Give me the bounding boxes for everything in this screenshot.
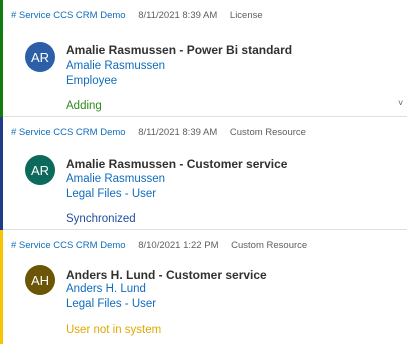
status-text: Synchronized <box>66 213 136 225</box>
person-name[interactable]: Anders H. Lund <box>66 283 146 295</box>
person-detail[interactable]: Employee <box>66 75 117 87</box>
card-type: Custom Resource <box>231 240 308 251</box>
status-text: Adding <box>66 100 102 112</box>
avatar-initials: AR <box>30 162 50 178</box>
resource-card[interactable]: # Service CCS CRM Demo 8/11/2021 8:39 AM… <box>0 117 407 230</box>
avatar-initials: AH <box>30 272 50 288</box>
card-date: 8/10/2021 1:22 PM <box>138 240 219 251</box>
person-name[interactable]: Amalie Rasmussen <box>66 173 165 185</box>
card-type: License <box>229 10 263 21</box>
person-detail[interactable]: Legal Files - User <box>66 188 156 200</box>
avatar: AR <box>25 155 55 185</box>
card-meta: # Service CCS CRM Demo 8/11/2021 8:39 AM… <box>11 10 273 21</box>
card-meta: # Service CCS CRM Demo 8/10/2021 1:22 PM… <box>11 240 317 251</box>
card-date: 8/11/2021 8:39 AM <box>138 10 218 21</box>
avatar: AR <box>25 42 55 72</box>
chevron-down-icon[interactable]: ˅ <box>398 98 406 108</box>
avatar-initials: AR <box>30 49 50 65</box>
source-link[interactable]: # Service CCS CRM Demo <box>11 10 126 21</box>
card-type: Custom Resource <box>229 127 306 138</box>
avatar: AH <box>25 265 55 295</box>
source-link[interactable]: # Service CCS CRM Demo <box>11 240 126 251</box>
card-title: Anders H. Lund - Customer service <box>66 268 267 282</box>
person-detail[interactable]: Legal Files - User <box>66 298 156 310</box>
resource-card[interactable]: # Service CCS CRM Demo 8/11/2021 8:39 AM… <box>0 0 407 117</box>
resource-card[interactable]: # Service CCS CRM Demo 8/10/2021 1:22 PM… <box>0 230 400 344</box>
card-meta: # Service CCS CRM Demo 8/11/2021 8:39 AM… <box>11 127 316 138</box>
source-link[interactable]: # Service CCS CRM Demo <box>11 127 126 138</box>
resource-card-list: # Service CCS CRM Demo 8/11/2021 8:39 AM… <box>0 0 407 344</box>
status-text: User not in system <box>66 324 162 336</box>
card-title: Amalie Rasmussen - Customer service <box>66 157 288 171</box>
person-name[interactable]: Amalie Rasmussen <box>66 60 165 72</box>
card-date: 8/11/2021 8:39 AM <box>138 127 218 138</box>
card-title: Amalie Rasmussen - Power Bi standard <box>66 43 293 57</box>
